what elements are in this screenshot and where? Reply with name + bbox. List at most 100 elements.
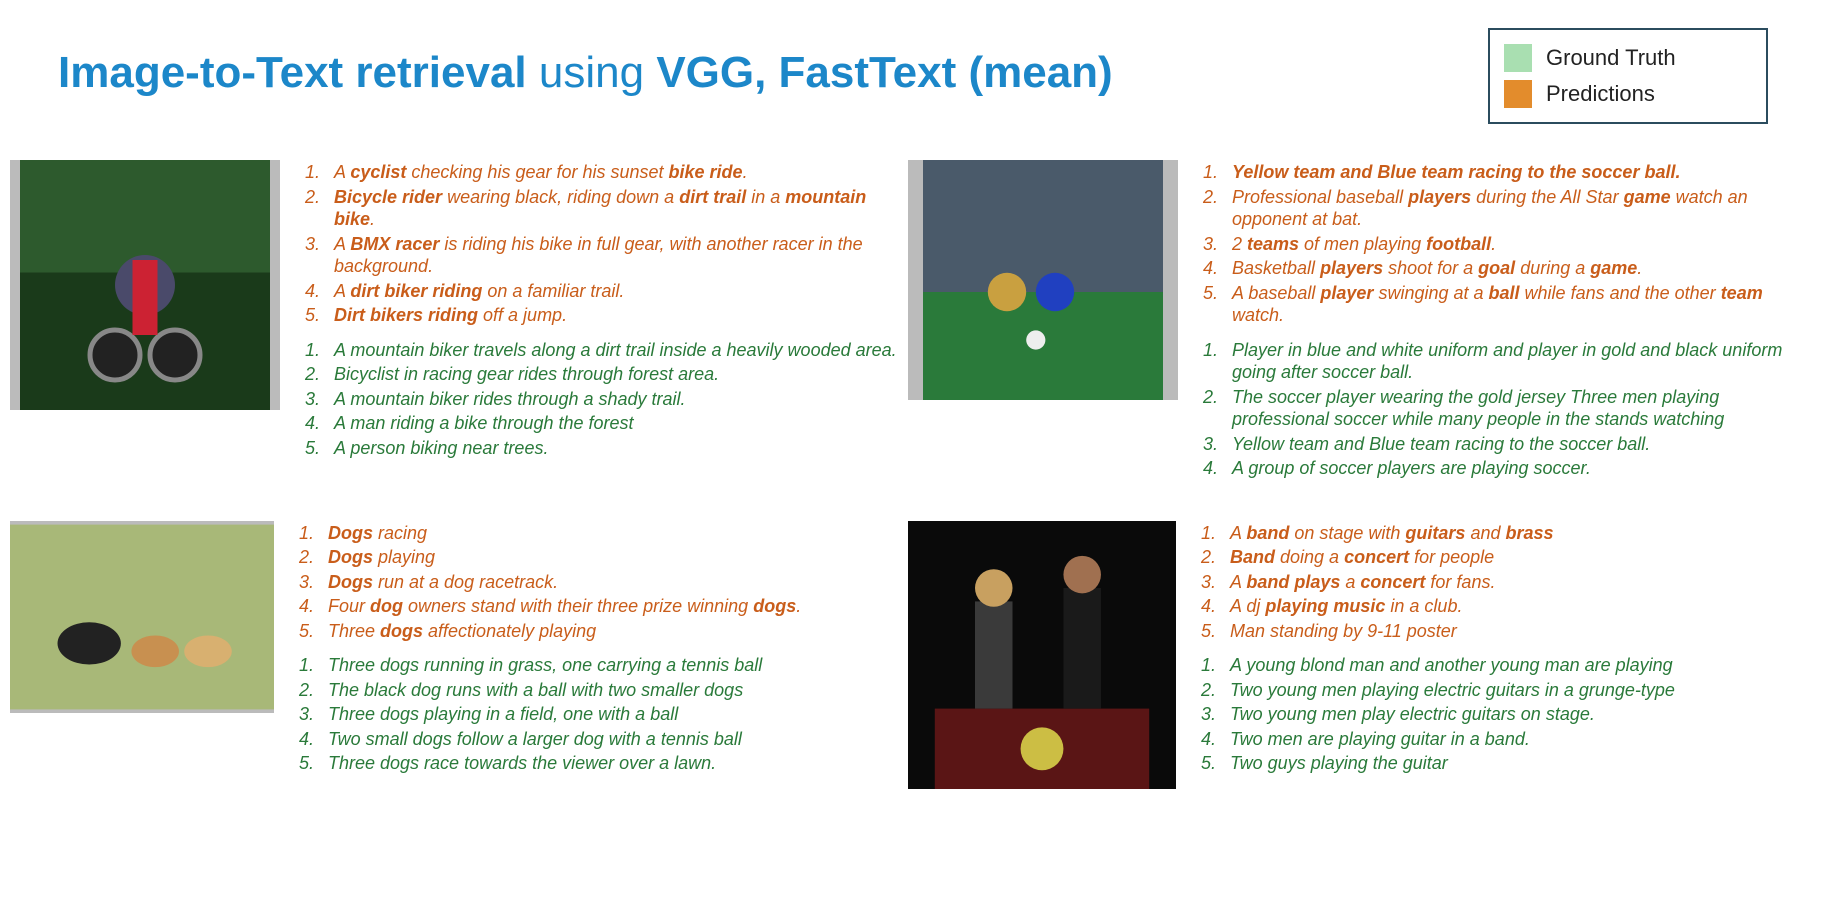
ground-truth-list: 1.Player in blue and white uniform and p…: [1196, 338, 1796, 481]
item-number: 4.: [292, 728, 314, 751]
ground-truth-text: Two men are playing guitar in a band.: [1230, 728, 1530, 751]
prediction-text: Basketball players shoot for a goal duri…: [1232, 257, 1642, 280]
prediction-text: Dogs playing: [328, 546, 435, 569]
list-item: 2.Professional baseball players during t…: [1196, 185, 1796, 232]
prediction-text: 2 teams of men playing football.: [1232, 233, 1496, 256]
result-panel: 1. A band on stage with guitars and brass…: [908, 521, 1796, 789]
list-item: 3. Dogs run at a dog racetrack.: [292, 570, 898, 595]
item-number: 5.: [292, 752, 314, 775]
list-item: 2. The black dog runs with a ball with tw…: [292, 678, 898, 703]
caption-lists: 1.Dogs racing2.Dogs playing3.Dogs run at…: [292, 521, 898, 786]
item-number: 5.: [292, 620, 314, 643]
prediction-text: A band plays a concert for fans.: [1230, 571, 1495, 594]
item-number: 2.: [1194, 546, 1216, 569]
list-item: 2. Bicycle rider wearing black, riding do…: [298, 185, 898, 232]
item-number: 3.: [298, 388, 320, 411]
item-number: 1.: [298, 339, 320, 362]
list-item: 5.Dirt bikers riding off a jump.: [298, 303, 898, 328]
list-item: 3. 2 teams of men playing football.: [1196, 232, 1796, 257]
list-item: 1.Dogs racing: [292, 521, 898, 546]
prediction-text: A baseball player swinging at a ball whi…: [1232, 282, 1796, 327]
item-number: 3.: [1194, 571, 1216, 594]
ground-truth-text: A man riding a bike through the forest: [334, 412, 634, 435]
list-item: 1. Yellow team and Blue team racing to th…: [1196, 160, 1796, 185]
item-number: 5.: [298, 437, 320, 460]
list-item: 4. Four dog owners stand with their three…: [292, 594, 898, 619]
result-panel: 1. A cyclist checking his gear for his su…: [10, 160, 898, 491]
ground-truth-text: A person biking near trees.: [334, 437, 548, 460]
list-item: 5. Man standing by 9-11 poster: [1194, 619, 1796, 644]
list-item: 4. A man riding a bike through the forest: [298, 411, 898, 436]
example-image: [908, 521, 1176, 789]
list-item: 1. A young blond man and another young ma…: [1194, 653, 1796, 678]
caption-lists: 1. A cyclist checking his gear for his su…: [298, 160, 898, 470]
legend-row-pred: Predictions: [1504, 76, 1752, 112]
predictions-list: 1. A cyclist checking his gear for his su…: [298, 160, 898, 328]
item-number: 3.: [292, 571, 314, 594]
prediction-text: Four dog owners stand with their three p…: [328, 595, 801, 618]
list-item: 3.A BMX racer is riding his bike in full…: [298, 232, 898, 279]
prediction-text: Dirt bikers riding off a jump.: [334, 304, 567, 327]
item-number: 1.: [1196, 161, 1218, 184]
item-number: 5.: [1194, 620, 1216, 643]
list-item: 3.Yellow team and Blue team racing to th…: [1196, 432, 1796, 457]
list-item: 3.A mountain biker rides through a shady…: [298, 387, 898, 412]
prediction-text: Man standing by 9-11 poster: [1230, 620, 1457, 643]
legend-row-gt: Ground Truth: [1504, 40, 1752, 76]
panels-grid: 1. A cyclist checking his gear for his su…: [10, 160, 1796, 789]
caption-lists: 1. Yellow team and Blue team racing to th…: [1196, 160, 1796, 491]
title-bold-2: VGG, FastText (mean): [656, 48, 1112, 97]
item-number: 2.: [1194, 679, 1216, 702]
prediction-text: A BMX racer is riding his bike in full g…: [334, 233, 898, 278]
predictions-list: 1.A band on stage with guitars and brass…: [1194, 521, 1796, 644]
prediction-text: A dj playing music in a club.: [1230, 595, 1462, 618]
ground-truth-text: Three dogs race towards the viewer over …: [328, 752, 716, 775]
item-number: 4.: [1196, 457, 1218, 480]
prediction-text: Professional baseball players during the…: [1232, 186, 1796, 231]
item-number: 4.: [298, 280, 320, 303]
list-item: 4. A dj playing music in a club.: [1194, 594, 1796, 619]
item-number: 3.: [1196, 233, 1218, 256]
item-number: 2.: [292, 546, 314, 569]
item-number: 3.: [1196, 433, 1218, 456]
ground-truth-text: A mountain biker travels along a dirt tr…: [334, 339, 897, 362]
prediction-text: Yellow team and Blue team racing to the …: [1232, 161, 1680, 184]
list-item: 5.Three dogs affectionately playing: [292, 619, 898, 644]
list-item: 3. A band plays a concert for fans.: [1194, 570, 1796, 595]
item-number: 1.: [292, 522, 314, 545]
list-item: 4. A dirt biker riding on a familiar trai…: [298, 279, 898, 304]
item-number: 2.: [298, 186, 320, 231]
item-number: 2.: [292, 679, 314, 702]
item-number: 4.: [292, 595, 314, 618]
item-number: 3.: [292, 703, 314, 726]
item-number: 3.: [1194, 703, 1216, 726]
list-item: 2. Dogs playing: [292, 545, 898, 570]
prediction-text: A dirt biker riding on a familiar trail.: [334, 280, 624, 303]
ground-truth-text: A young blond man and another young man …: [1230, 654, 1673, 677]
ground-truth-list: 1.Three dogs running in grass, one carry…: [292, 653, 898, 776]
item-number: 1.: [1194, 654, 1216, 677]
prediction-text: A band on stage with guitars and brass: [1230, 522, 1554, 545]
title-bold-1: Image-to-Text retrieval: [58, 48, 527, 97]
ground-truth-text: Bicyclist in racing gear rides through f…: [334, 363, 719, 386]
example-image: [908, 160, 1178, 400]
swatch-ground-truth: [1504, 44, 1532, 72]
item-number: 1.: [1196, 339, 1218, 384]
prediction-text: Bicycle rider wearing black, riding down…: [334, 186, 898, 231]
list-item: 2.Two young men playing electric guitars…: [1194, 678, 1796, 703]
item-number: 1.: [298, 161, 320, 184]
item-number: 4.: [298, 412, 320, 435]
prediction-text: A cyclist checking his gear for his suns…: [334, 161, 748, 184]
list-item: 3.Three dogs playing in a field, one wit…: [292, 702, 898, 727]
list-item: 3.Two young men play electric guitars on…: [1194, 702, 1796, 727]
list-item: 5. A person biking near trees.: [298, 436, 898, 461]
prediction-text: Dogs run at a dog racetrack.: [328, 571, 558, 594]
swatch-predictions: [1504, 80, 1532, 108]
ground-truth-text: The black dog runs with a ball with two …: [328, 679, 743, 702]
item-number: 4.: [1194, 595, 1216, 618]
predictions-list: 1.Dogs racing2. Dogs playing 3. Dogs run at…: [292, 521, 898, 644]
legend-label-pred: Predictions: [1546, 81, 1655, 107]
title-plain-1: using: [527, 48, 657, 97]
ground-truth-text: Three dogs running in grass, one carryin…: [328, 654, 762, 677]
ground-truth-text: The soccer player wearing the gold jerse…: [1232, 386, 1796, 431]
